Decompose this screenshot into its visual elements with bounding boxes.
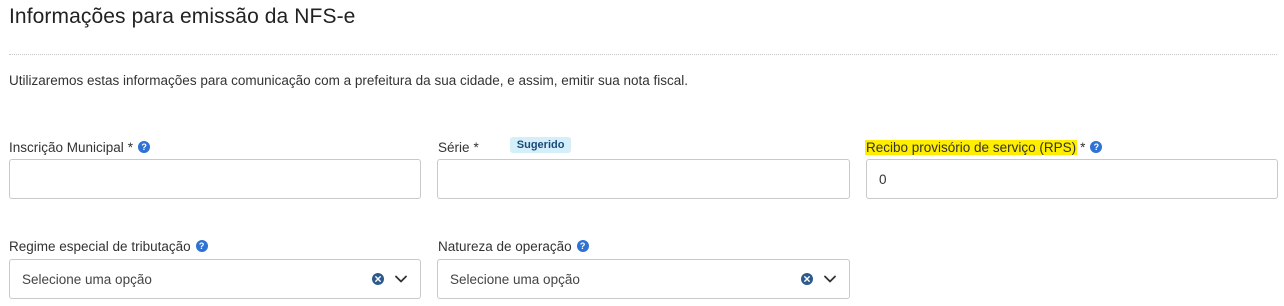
natureza-operacao-field: Natureza de operação ? <box>438 236 589 256</box>
inscricao-municipal-input[interactable] <box>9 159 421 199</box>
regime-tributacao-label: Regime especial de tributação <box>9 238 191 254</box>
help-icon[interactable]: ? <box>195 240 208 252</box>
page-title: Informações para emissão da NFS-e <box>9 5 356 28</box>
close-circle-icon[interactable] <box>372 273 384 285</box>
natureza-operacao-label-row: Natureza de operação ? <box>438 236 589 256</box>
help-icon[interactable]: ? <box>576 240 589 252</box>
rps-field: Recibo provisório de serviço (RPS) * ? <box>865 137 1103 157</box>
serie-input[interactable] <box>437 159 850 199</box>
regime-tributacao-field: Regime especial de tributação ? <box>9 236 208 256</box>
help-icon[interactable]: ? <box>138 141 151 153</box>
rps-label: Recibo provisório de serviço (RPS) <box>865 139 1078 155</box>
chevron-down-icon[interactable] <box>395 275 407 283</box>
inscricao-municipal-label-row: Inscrição Municipal * ? <box>9 137 151 157</box>
natureza-operacao-selected-value: Selecione uma opção <box>450 271 580 287</box>
section-divider <box>9 54 1277 55</box>
required-asterisk: * <box>473 139 479 155</box>
close-circle-icon[interactable] <box>801 273 813 285</box>
regime-tributacao-label-row: Regime especial de tributação ? <box>9 236 208 256</box>
inscricao-municipal-label: Inscrição Municipal <box>9 139 124 155</box>
rps-label-row: Recibo provisório de serviço (RPS) * ? <box>865 137 1103 157</box>
help-icon[interactable]: ? <box>1090 141 1103 153</box>
natureza-operacao-select[interactable]: Selecione uma opção <box>437 259 850 299</box>
rps-input[interactable] <box>866 159 1278 199</box>
page-description: Utilizaremos estas informações para comu… <box>9 73 689 88</box>
required-asterisk: * <box>127 139 134 155</box>
suggested-badge: Sugerido <box>509 137 572 153</box>
serie-label-row: Série * Sugerido <box>438 137 572 157</box>
serie-label: Série <box>438 139 470 155</box>
inscricao-municipal-field: Inscrição Municipal * ? <box>9 137 151 157</box>
chevron-down-icon[interactable] <box>824 275 836 283</box>
serie-field: Série * Sugerido <box>438 137 572 157</box>
natureza-operacao-label: Natureza de operação <box>438 238 572 254</box>
required-asterisk: * <box>1080 139 1086 155</box>
regime-tributacao-select[interactable]: Selecione uma opção <box>9 259 421 299</box>
regime-tributacao-selected-value: Selecione uma opção <box>22 271 152 287</box>
